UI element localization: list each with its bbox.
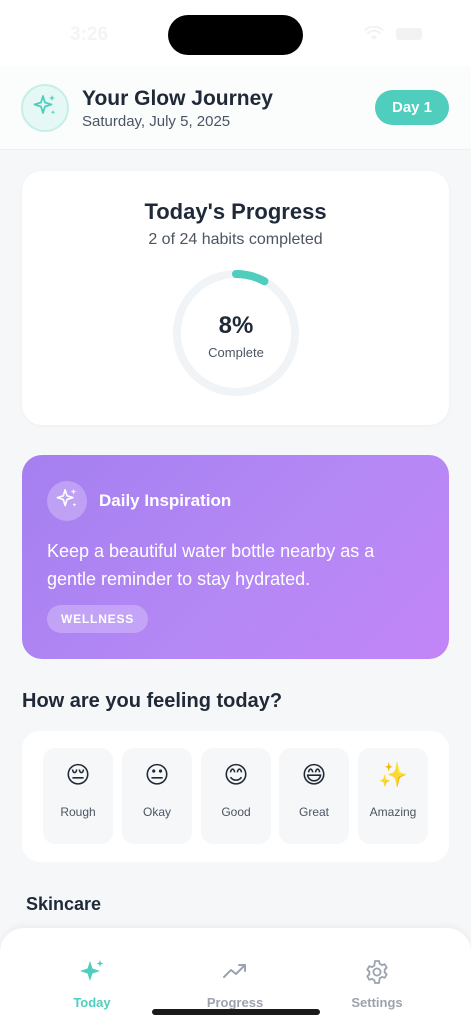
app-header: Your Glow Journey Saturday, July 5, 2025… [0, 66, 471, 150]
inspiration-title: Daily Inspiration [99, 491, 232, 510]
logo [21, 84, 69, 132]
tab-label: Today [73, 995, 111, 1010]
progress-complete-label: Complete [208, 345, 264, 360]
progress-card: Today's Progress 2 of 24 habits complete… [22, 171, 449, 425]
sparkles-icon [55, 487, 79, 516]
mood-label: Rough [60, 805, 96, 819]
neutral-face-icon: 😐 [144, 762, 170, 789]
mood-label: Amazing [369, 805, 417, 819]
sparkles-icon [32, 93, 58, 124]
current-date: Saturday, July 5, 2025 [82, 113, 231, 130]
progress-subtitle: 2 of 24 habits completed [148, 231, 323, 248]
inspiration-tag: WELLNESS [47, 605, 149, 633]
wifi-icon [364, 25, 384, 46]
grin-face-icon: 😄 [301, 762, 327, 789]
tab-label: Settings [351, 995, 403, 1010]
mood-label: Okay [142, 805, 171, 819]
mood-option-great[interactable]: 😄 Great [279, 748, 349, 844]
tab-today[interactable]: Today [42, 958, 142, 1014]
inspiration-text: Keep a beautiful water bottle nearby as … [47, 541, 375, 589]
daily-inspiration-card[interactable]: Daily Inspiration Keep a beautiful water… [22, 455, 449, 659]
dynamic-island [168, 15, 303, 55]
mood-label: Good [221, 805, 251, 819]
status-bar: 3:26 [0, 0, 471, 66]
inspiration-icon-wrap [47, 481, 87, 521]
mood-heading: How are you feeling today? [22, 690, 283, 712]
tab-settings[interactable]: Settings [327, 958, 427, 1014]
day-badge: Day 1 [375, 90, 449, 125]
smile-face-icon: 😊 [223, 762, 249, 789]
mood-option-rough[interactable]: 😔 Rough [43, 748, 113, 844]
mood-option-okay[interactable]: 😐 Okay [122, 748, 192, 844]
progress-percent: 8% [218, 312, 254, 339]
sparkle-icon [78, 958, 106, 986]
sad-face-icon: 😔 [65, 762, 91, 789]
mood-option-amazing[interactable]: ✨ Amazing [358, 748, 428, 844]
section-heading-skincare: Skincare [26, 894, 102, 914]
status-time: 3:26 [70, 24, 109, 45]
tab-label: Progress [206, 995, 264, 1010]
battery-icon [396, 28, 422, 40]
tab-progress[interactable]: Progress [185, 958, 285, 1014]
page-title: Your Glow Journey [82, 87, 273, 110]
gear-icon [363, 958, 391, 986]
sparkles-icon: ✨ [378, 762, 408, 789]
mood-option-good[interactable]: 😊 Good [201, 748, 271, 844]
mood-label: Great [298, 805, 329, 819]
trending-up-icon [221, 958, 249, 986]
home-indicator [152, 1009, 320, 1015]
progress-title: Today's Progress [144, 199, 327, 224]
mood-selector: 😔 Rough 😐 Okay 😊 Good 😄 Great ✨ Amazing [22, 731, 449, 862]
